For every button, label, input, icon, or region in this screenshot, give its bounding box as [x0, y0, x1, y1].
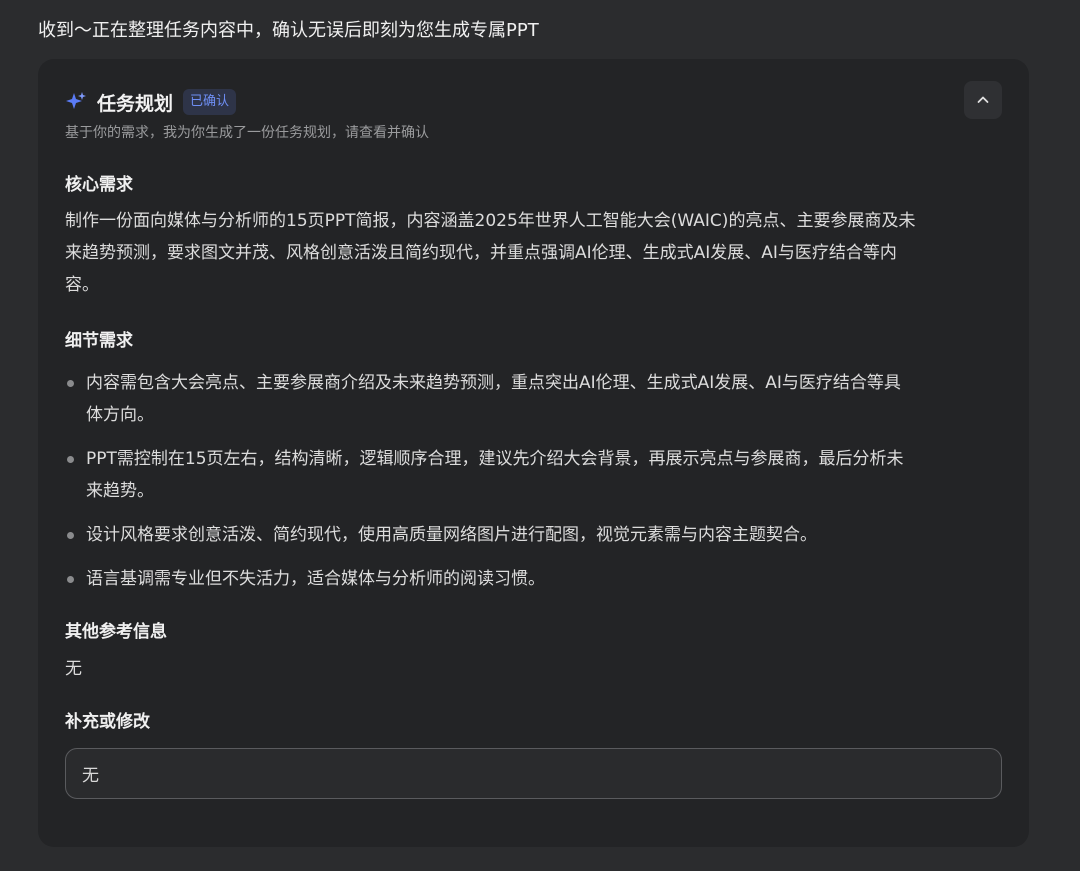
bullet-dot — [67, 456, 74, 463]
bullet-dot — [67, 380, 74, 387]
core-text-line: 制作一份面向媒体与分析师的15页PPT简报，内容涵盖2025年世界人工智能大会(… — [65, 211, 916, 231]
list-item-line: 体方向。 — [86, 405, 154, 425]
details-list: 内容需包含大会亮点、主要参展商介绍及未来趋势预测，重点突出AI伦理、生成式AI发… — [65, 367, 992, 607]
sparkle-icon — [65, 91, 87, 113]
supplement-heading: 补充或修改 — [65, 712, 150, 732]
list-item: 内容需包含大会亮点、主要参展商介绍及未来趋势预测，重点突出AI伦理、生成式AI发… — [65, 367, 992, 431]
collapse-button[interactable] — [964, 81, 1002, 119]
other-heading: 其他参考信息 — [65, 622, 167, 642]
core-heading: 核心需求 — [65, 175, 133, 195]
details-heading: 细节需求 — [65, 331, 133, 351]
list-item-line: 内容需包含大会亮点、主要参展商介绍及未来趋势预测，重点突出AI伦理、生成式AI发… — [86, 373, 901, 393]
other-text: 无 — [65, 659, 82, 679]
confirmed-badge: 已确认 — [183, 89, 237, 115]
list-item: 设计风格要求创意活泼、简约现代，使用高质量网络图片进行配图，视觉元素需与内容主题… — [65, 519, 992, 551]
supplement-input[interactable] — [80, 762, 987, 785]
list-item: 语言基调需专业但不失活力，适合媒体与分析师的阅读习惯。 — [65, 563, 992, 595]
card-header: 任务规划 已确认 — [65, 86, 1002, 118]
list-item-line: PPT需控制在15页左右，结构清晰，逻辑顺序合理，建议先介绍大会背景，再展示亮点… — [86, 449, 904, 469]
core-text-line: 容。 — [65, 275, 99, 295]
page: 收到～正在整理任务内容中，确认无误后即刻为您生成专属PPT 任务规划 已确认 基… — [0, 0, 1080, 871]
bullet-dot — [67, 532, 74, 539]
bullet-dot — [67, 576, 74, 583]
core-text: 制作一份面向媒体与分析师的15页PPT简报，内容涵盖2025年世界人工智能大会(… — [65, 205, 992, 301]
chevron-up-icon — [977, 96, 989, 103]
task-plan-card: 任务规划 已确认 基于你的需求，我为你生成了一份任务规划，请查看并确认 核心需求… — [38, 59, 1029, 847]
list-item-line: 来趋势。 — [86, 481, 154, 501]
supplement-input-box[interactable] — [65, 748, 1002, 799]
list-item-line: 设计风格要求创意活泼、简约现代，使用高质量网络图片进行配图，视觉元素需与内容主题… — [86, 525, 817, 545]
card-title: 任务规划 — [97, 92, 174, 115]
list-item-line: 语言基调需专业但不失活力，适合媒体与分析师的阅读习惯。 — [86, 569, 545, 589]
core-text-line: 来趋势预测，要求图文并茂、风格创意活泼且简约现代，并重点强调AI伦理、生成式AI… — [65, 243, 897, 263]
list-item: PPT需控制在15页左右，结构清晰，逻辑顺序合理，建议先介绍大会背景，再展示亮点… — [65, 443, 992, 507]
intro-message: 收到～正在整理任务内容中，确认无误后即刻为您生成专属PPT — [38, 20, 539, 41]
card-subtitle: 基于你的需求，我为你生成了一份任务规划，请查看并确认 — [65, 125, 429, 141]
